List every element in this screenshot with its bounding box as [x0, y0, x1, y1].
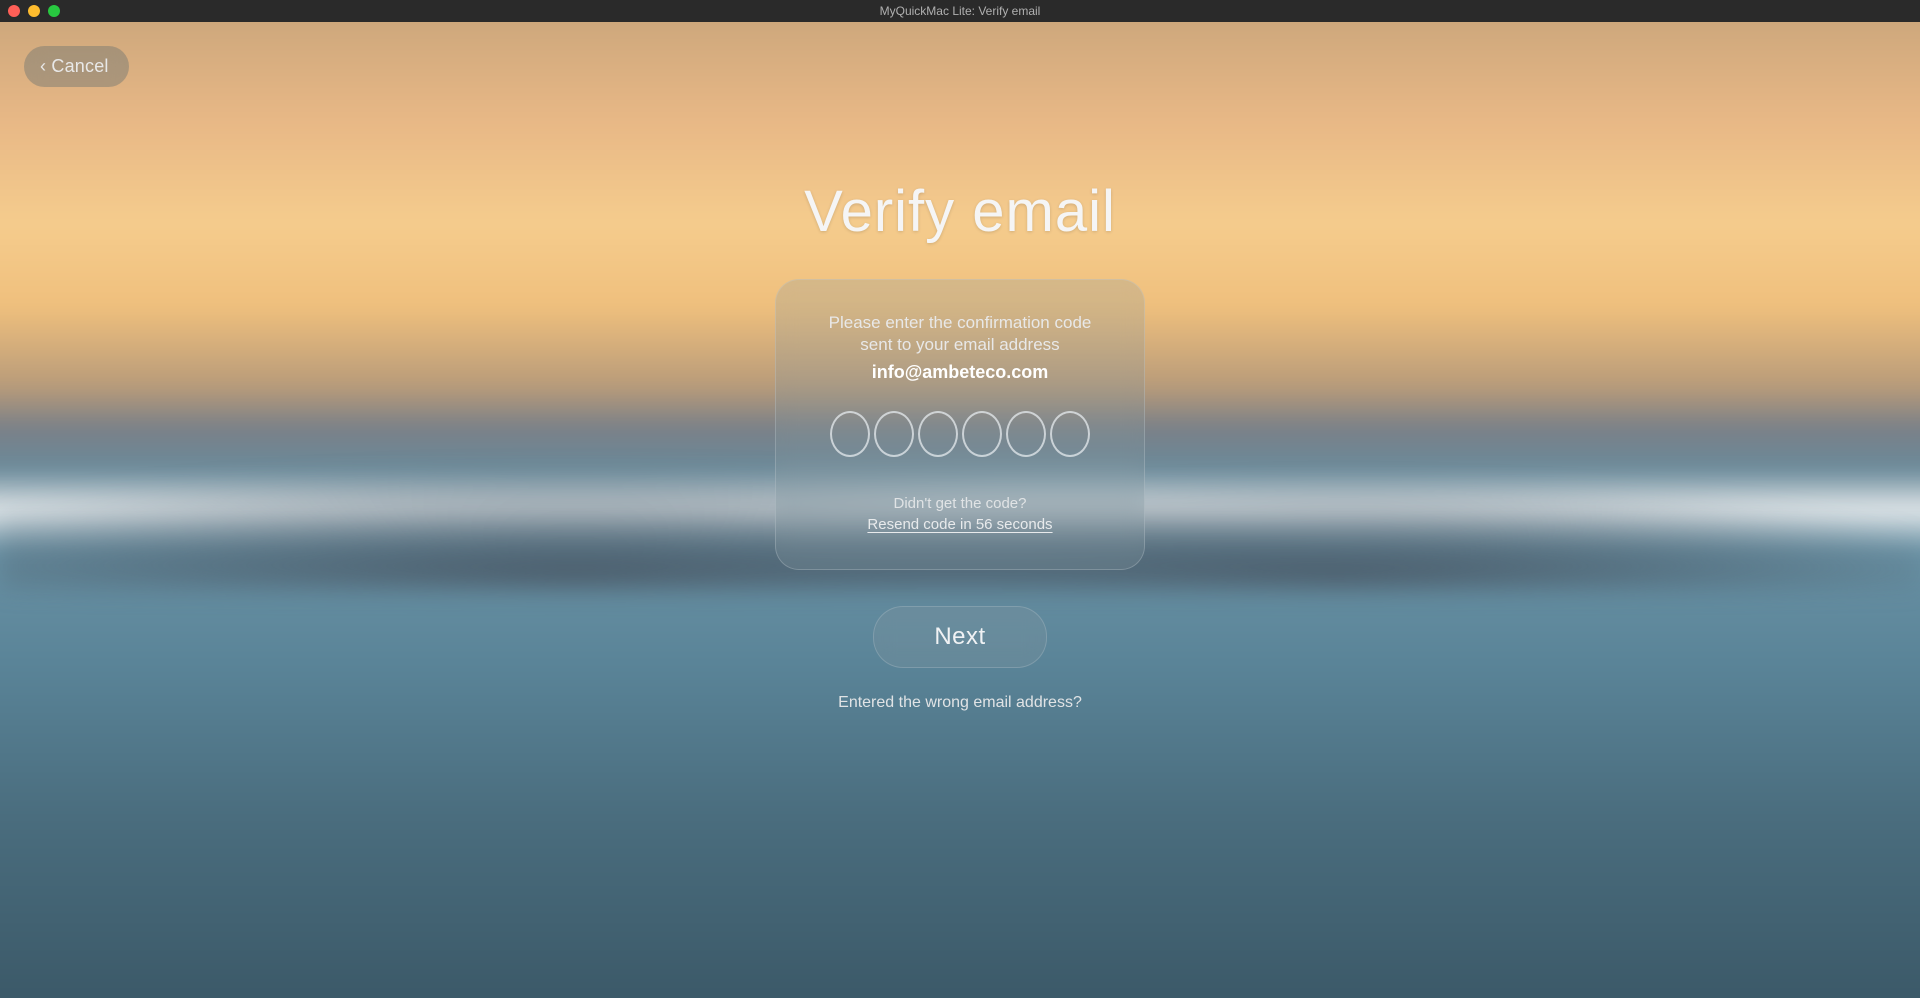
code-digit-4[interactable]: [962, 411, 1002, 457]
instruction-line-2: sent to your email address: [860, 334, 1059, 356]
cancel-button[interactable]: ‹ Cancel: [24, 46, 129, 87]
app-content: ‹ Cancel Verify email Please enter the c…: [0, 22, 1920, 998]
didnt-get-code-label: Didn't get the code?: [894, 495, 1027, 512]
page-title: Verify email: [804, 178, 1116, 245]
main-content: Verify email Please enter the confirmati…: [0, 22, 1920, 998]
close-window-button[interactable]: [8, 5, 20, 17]
minimize-window-button[interactable]: [28, 5, 40, 17]
verify-card: Please enter the confirmation code sent …: [775, 279, 1145, 570]
wrong-email-link[interactable]: Entered the wrong email address?: [838, 694, 1082, 712]
maximize-window-button[interactable]: [48, 5, 60, 17]
code-digit-5[interactable]: [1006, 411, 1046, 457]
resend-code-link[interactable]: Resend code in 56 seconds: [867, 516, 1052, 533]
traffic-lights: [8, 5, 60, 17]
instruction-line-1: Please enter the confirmation code: [829, 312, 1092, 334]
code-digit-3[interactable]: [918, 411, 958, 457]
code-digit-2[interactable]: [874, 411, 914, 457]
email-address: info@ambeteco.com: [872, 362, 1049, 383]
code-input-group: [830, 411, 1090, 457]
code-digit-1[interactable]: [830, 411, 870, 457]
code-digit-6[interactable]: [1050, 411, 1090, 457]
titlebar: MyQuickMac Lite: Verify email: [0, 0, 1920, 22]
next-button[interactable]: Next: [873, 606, 1046, 668]
window-title: MyQuickMac Lite: Verify email: [880, 4, 1041, 18]
